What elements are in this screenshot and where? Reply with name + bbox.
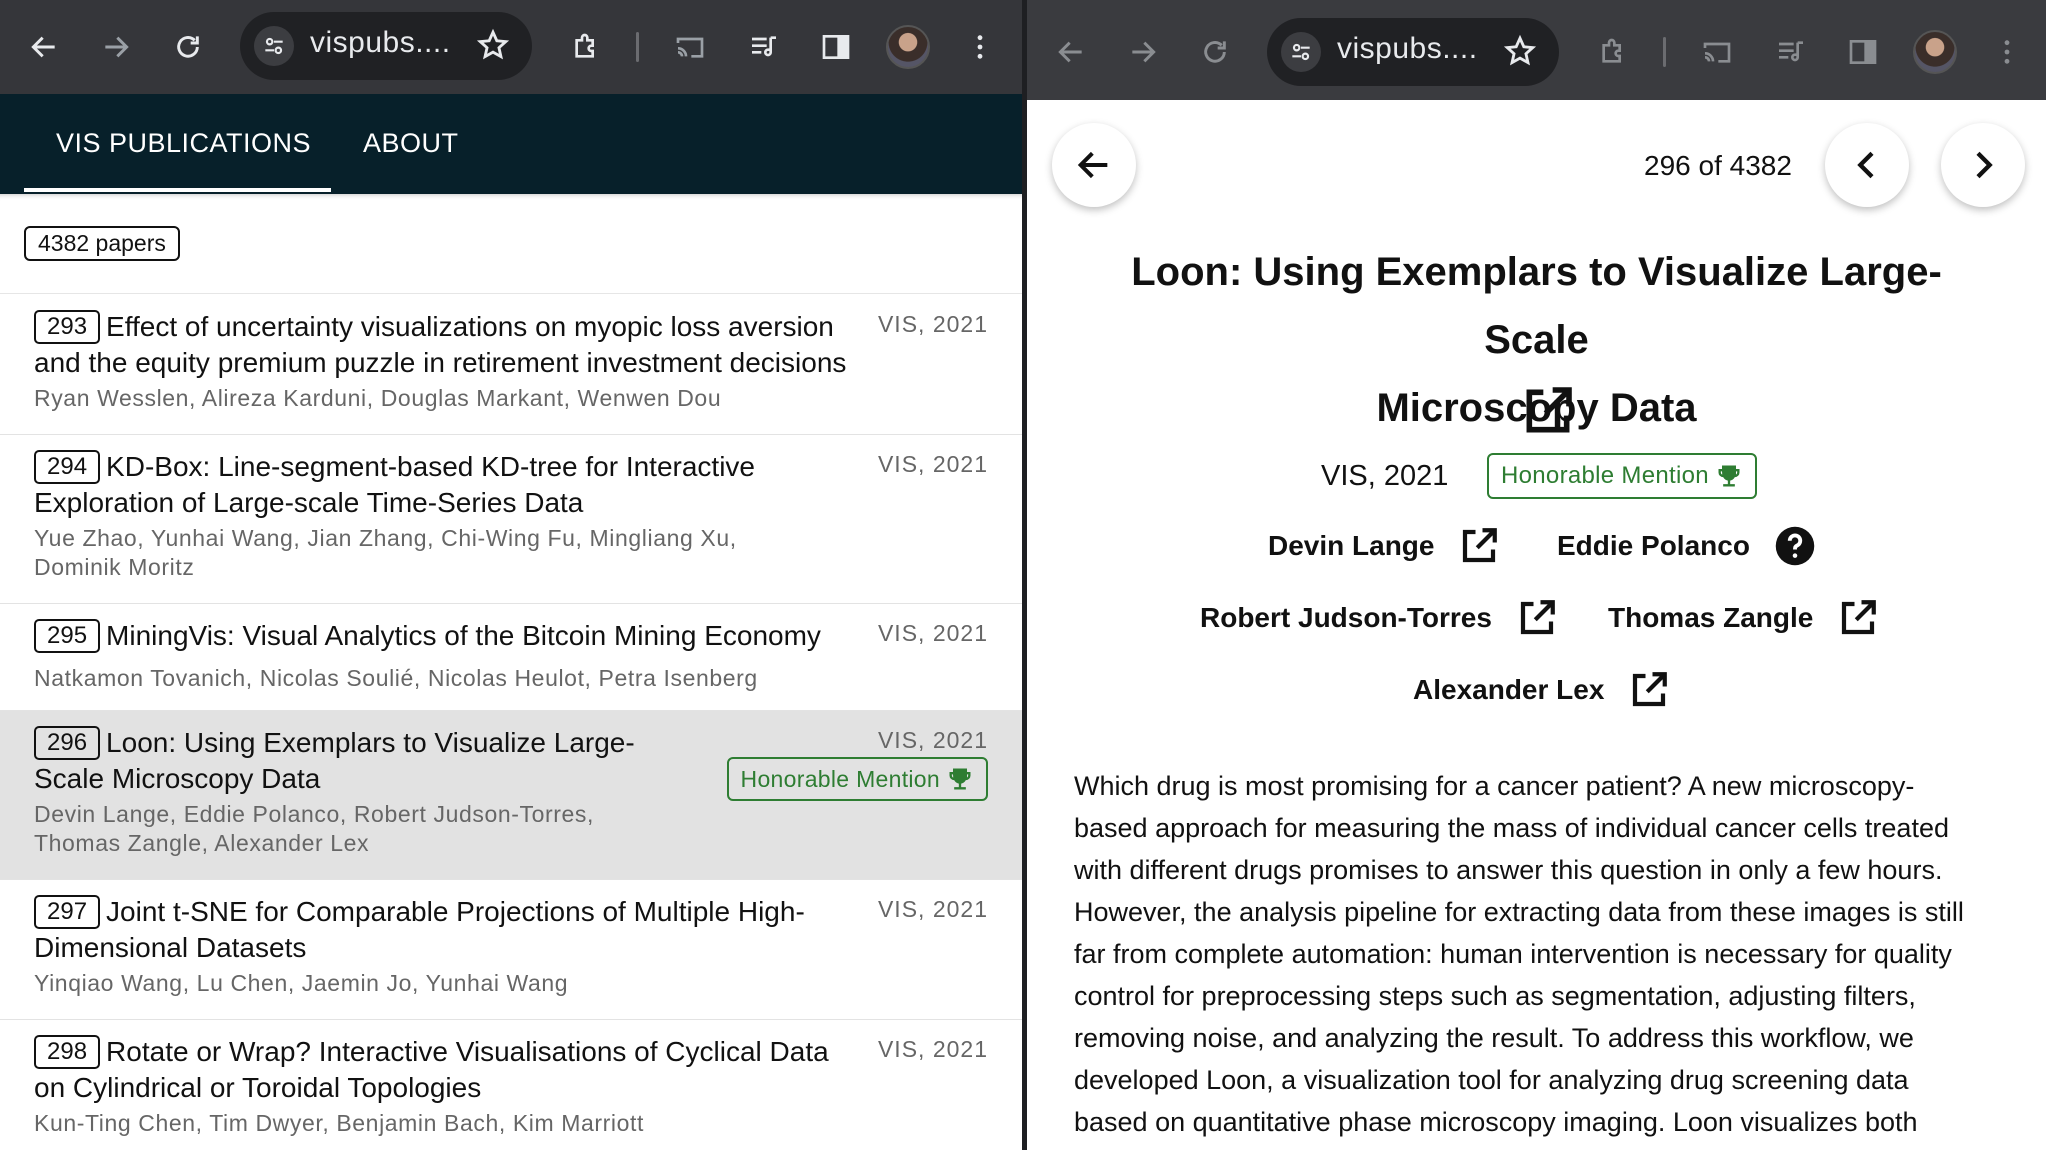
- arrow-left-icon: [1077, 151, 1108, 179]
- menu-kebab-icon[interactable]: [1985, 30, 2029, 74]
- bookmark-star-icon[interactable]: [1503, 34, 1537, 73]
- paper-venue: VIS, 2021: [877, 311, 988, 337]
- active-tab-indicator: [24, 188, 331, 192]
- paper-authors: Natkamon Tovanich, Nicolas Soulié, Nicol…: [34, 665, 758, 691]
- paper-venue: VIS, 2021: [877, 896, 988, 922]
- cast-icon[interactable]: [668, 25, 712, 69]
- browser-toolbar: vispubs....: [0, 0, 1022, 94]
- list-item[interactable]: 297 Joint t-SNE for Comparable Projection…: [0, 880, 1022, 1020]
- side-panel-icon[interactable]: [814, 25, 858, 69]
- trophy-icon: [1718, 465, 1740, 487]
- toolbar-separator: [1663, 37, 1666, 67]
- profile-avatar[interactable]: [886, 25, 930, 69]
- paper-title: 298 Rotate or Wrap? Interactive Visualisa…: [34, 1035, 829, 1103]
- browser-toolbar: vispubs....: [1027, 0, 2046, 100]
- profile-avatar[interactable]: [1913, 30, 1957, 74]
- bookmark-star-icon[interactable]: [476, 28, 510, 67]
- author-item[interactable]: Thomas Zangle: [1608, 597, 1879, 639]
- paper-index: 296: [34, 726, 101, 760]
- paper-venue: VIS, 2021: [1321, 460, 1449, 492]
- paper-index: 298: [34, 1035, 101, 1069]
- paper-title: 294 KD-Box: Line-segment-based KD-tree fo…: [34, 450, 755, 518]
- paper-title: 296 Loon: Using Exemplars to Visualize La…: [34, 726, 635, 794]
- paper-abstract: Which drug is most promising for a cance…: [1074, 771, 1964, 1137]
- tab-about[interactable]: ABOUT: [363, 128, 459, 159]
- menu-kebab-icon[interactable]: [958, 25, 1002, 69]
- honorable-mention-badge: Honorable Mention: [1487, 453, 1757, 499]
- reload-icon[interactable]: [1193, 30, 1237, 74]
- external-link-icon[interactable]: [1520, 383, 1576, 439]
- side-panel-icon[interactable]: [1841, 30, 1885, 74]
- paper-venue: VIS, 2021: [877, 620, 988, 646]
- extensions-icon[interactable]: [1591, 30, 1635, 74]
- paper-index: 295: [34, 619, 101, 653]
- back-button[interactable]: [1052, 123, 1136, 207]
- address-bar[interactable]: vispubs....: [240, 12, 532, 80]
- cast-icon[interactable]: [1695, 30, 1739, 74]
- author-item[interactable]: Devin Lange: [1268, 525, 1500, 567]
- back-icon[interactable]: [22, 25, 66, 69]
- paper-authors: Kun-Ting Chen, Tim Dwyer, Benjamin Bach,…: [34, 1110, 644, 1136]
- chevron-left-icon: [1857, 151, 1874, 179]
- paper-authors: Yinqiao Wang, Lu Chen, Jaemin Jo, Yunhai…: [34, 970, 569, 996]
- paper-venue: VIS, 2021: [877, 1036, 988, 1062]
- right-browser-window: vispubs.... 296 of 4382 Loon: Using Exem…: [1027, 0, 2046, 1150]
- paper-authors: Ryan Wesslen, Alireza Karduni, Douglas M…: [34, 385, 722, 411]
- paper-authors: Devin Lange, Eddie Polanco, Robert Judso…: [34, 801, 594, 856]
- next-paper-button[interactable]: [1941, 123, 2025, 207]
- external-link-icon: [1633, 672, 1668, 707]
- paper-venue: VIS, 2021: [877, 727, 988, 753]
- reload-icon[interactable]: [166, 25, 210, 69]
- list-item-selected[interactable]: 296 Loon: Using Exemplars to Visualize La…: [0, 711, 1022, 880]
- paper-index: 297: [34, 895, 101, 929]
- paper-title: 293 Effect of uncertainty visualizations …: [34, 310, 847, 378]
- forward-icon[interactable]: [1121, 30, 1165, 74]
- media-queue-icon[interactable]: [742, 25, 786, 69]
- site-settings-icon[interactable]: [254, 26, 294, 66]
- left-browser-window: vispubs.... VIS PUBLICATIONS ABOUT 4382 …: [0, 0, 1022, 1150]
- honorable-mention-badge: Honorable Mention: [726, 757, 988, 801]
- help-circle-icon: [1775, 526, 1815, 566]
- paper-index: 294: [34, 450, 101, 484]
- url-text: vispubs....: [1337, 32, 1478, 65]
- external-link-icon: [1520, 600, 1555, 635]
- previous-paper-button[interactable]: [1825, 123, 1909, 207]
- paper-list: 293 Effect of uncertainty visualizations …: [0, 295, 1022, 1150]
- paper-index: 293: [34, 310, 101, 344]
- list-item[interactable]: 295 MiningVis: Visual Analytics of the Bi…: [0, 604, 1022, 711]
- forward-icon[interactable]: [94, 25, 138, 69]
- author-item[interactable]: Alexander Lex: [1413, 669, 1670, 711]
- paper-count-badge: 4382 papers: [24, 226, 180, 261]
- list-item[interactable]: 294 KD-Box: Line-segment-based KD-tree fo…: [0, 435, 1022, 604]
- external-link-icon: [1463, 528, 1498, 563]
- list-item[interactable]: 293 Effect of uncertainty visualizations …: [0, 295, 1022, 435]
- app-nav-bar: VIS PUBLICATIONS ABOUT: [0, 94, 1022, 194]
- list-item[interactable]: 298 Rotate or Wrap? Interactive Visualisa…: [0, 1020, 1022, 1150]
- chevron-right-icon: [1976, 151, 1993, 179]
- address-bar[interactable]: vispubs....: [1267, 18, 1559, 86]
- paper-authors: Yue Zhao, Yunhai Wang, Jian Zhang, Chi-W…: [34, 525, 737, 580]
- author-item[interactable]: Robert Judson-Torres: [1200, 597, 1558, 639]
- back-icon[interactable]: [1049, 30, 1093, 74]
- pager-text: 296 of 4382: [1644, 150, 1792, 181]
- toolbar-separator: [636, 32, 639, 62]
- paper-title: 297 Joint t-SNE for Comparable Projection…: [34, 895, 805, 963]
- author-item[interactable]: Eddie Polanco: [1557, 525, 1816, 567]
- external-link-icon: [1842, 600, 1877, 635]
- paper-count-bar: 4382 papers: [0, 194, 1022, 294]
- trophy-icon: [949, 768, 971, 790]
- tab-vis-publications[interactable]: VIS PUBLICATIONS: [56, 128, 311, 159]
- url-text: vispubs....: [310, 26, 451, 59]
- extensions-icon[interactable]: [564, 25, 608, 69]
- paper-title: 295 MiningVis: Visual Analytics of the Bi…: [34, 618, 821, 654]
- paper-venue: VIS, 2021: [877, 451, 988, 477]
- site-settings-icon[interactable]: [1281, 32, 1321, 72]
- media-queue-icon[interactable]: [1769, 30, 1813, 74]
